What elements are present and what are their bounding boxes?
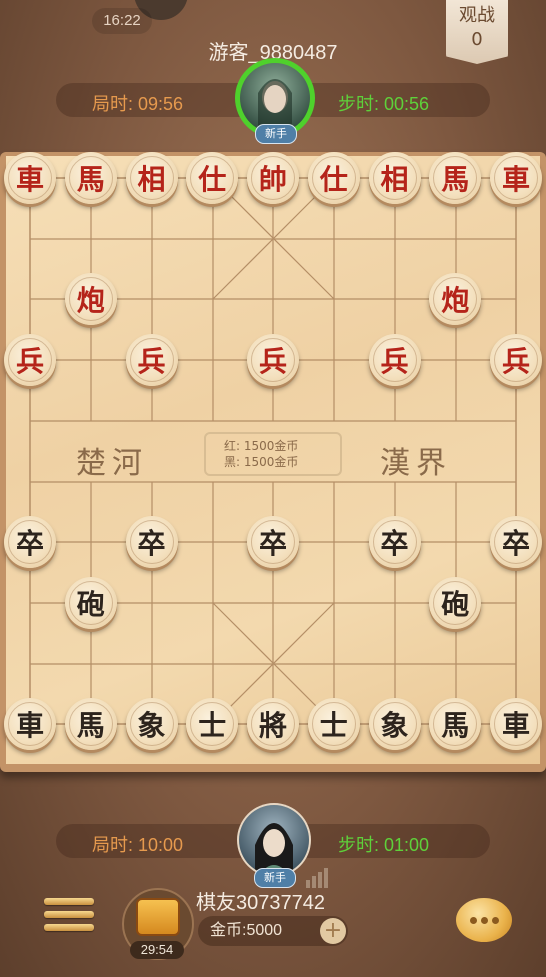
black-piece[interactable]: 士 [307,698,360,751]
red-piece[interactable]: 馬 [64,152,117,204]
river-coin-box: 红: 1500金币 黑: 1500金币 [204,432,342,476]
black-piece[interactable]: 馬 [429,698,482,751]
red-piece[interactable]: 相 [125,152,178,204]
red-coins-text: 红: 1500金币 [224,439,299,453]
black-piece[interactable]: 士 [186,698,239,751]
treasure-chest-icon [136,898,180,936]
menu-button[interactable] [44,898,94,938]
red-piece[interactable]: 車 [490,152,542,204]
black-piece[interactable]: 卒 [125,516,178,569]
red-piece[interactable]: 車 [4,152,56,204]
red-piece[interactable]: 兵 [490,334,542,386]
player-game-time: 局时: 10:00 [92,835,184,855]
player-name: 棋友30737742 [196,892,325,914]
red-piece[interactable]: 兵 [4,334,56,386]
black-piece[interactable]: 象 [368,698,421,751]
red-piece[interactable]: 帥 [247,152,299,204]
black-piece[interactable]: 卒 [490,516,542,569]
black-piece[interactable]: 車 [4,698,56,751]
red-piece[interactable]: 馬 [429,152,482,204]
black-piece[interactable]: 馬 [64,698,117,751]
red-piece[interactable]: 兵 [125,334,178,386]
river-label-right: 漢界 [380,446,452,481]
chest-timer: 29:54 [130,941,184,959]
black-piece[interactable]: 砲 [429,576,482,629]
black-piece[interactable]: 象 [125,698,178,751]
chat-button[interactable] [456,898,512,942]
black-piece[interactable]: 將 [247,698,299,751]
player-novice-badge: 新手 [254,868,296,888]
black-coins-text: 黑: 1500金币 [224,455,299,469]
red-piece[interactable]: 相 [368,152,421,204]
player-avatar[interactable] [239,805,309,875]
black-piece[interactable]: 砲 [64,576,117,629]
player-portrait-icon [255,823,293,875]
black-piece[interactable]: 車 [490,698,542,751]
red-piece[interactable]: 仕 [307,152,360,204]
red-piece[interactable]: 兵 [247,334,299,386]
red-piece[interactable]: 仕 [186,152,239,204]
red-piece[interactable]: 炮 [64,273,117,326]
black-piece[interactable]: 卒 [247,516,299,569]
signal-icon [306,868,328,888]
river-label-left: 楚河 [76,446,148,481]
add-coins-button[interactable]: + [320,918,346,944]
player-step-time: 步时: 01:00 [338,835,430,855]
black-piece[interactable]: 卒 [4,516,56,569]
red-piece[interactable]: 兵 [368,334,421,386]
black-piece[interactable]: 卒 [368,516,421,569]
